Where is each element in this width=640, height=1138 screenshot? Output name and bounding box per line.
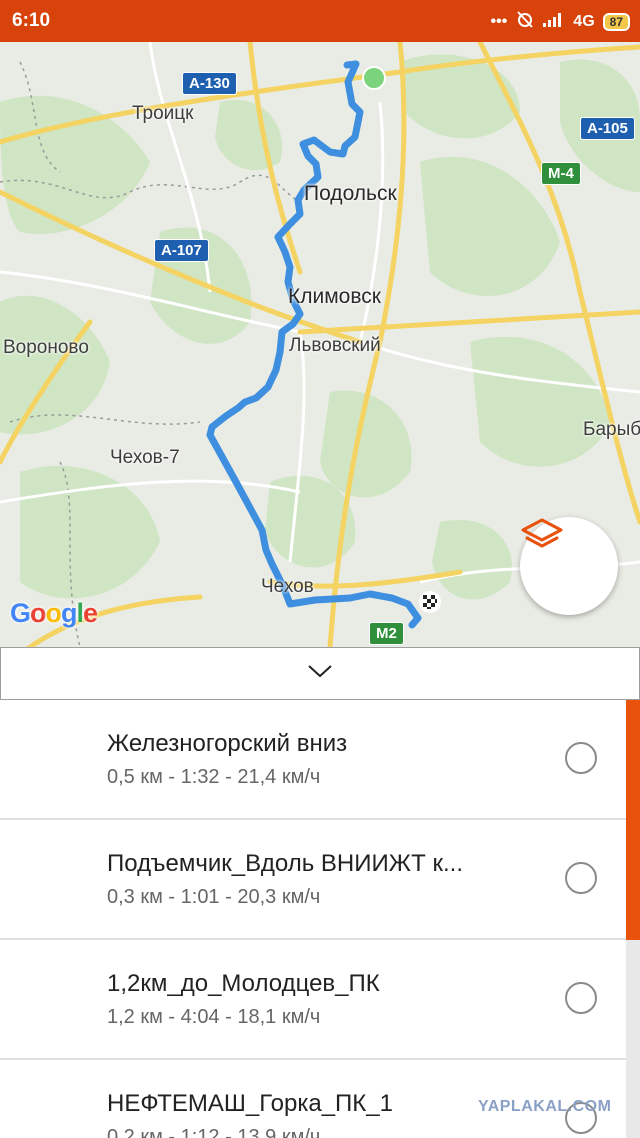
segment-name: Подъемчик_Вдоль ВНИИЖТ к... bbox=[107, 850, 463, 877]
more-dots-icon: ••• bbox=[490, 12, 508, 30]
town-label: Климовск bbox=[288, 285, 381, 308]
road-badge-a130: A-130 bbox=[182, 72, 237, 95]
town-label: Троицк bbox=[132, 103, 194, 124]
status-time: 6:10 bbox=[12, 10, 51, 31]
town-label: Чехов-7 bbox=[110, 447, 180, 468]
segment-stats: 1,2 км - 4:04 - 18,1 км/ч bbox=[107, 1006, 321, 1028]
segment-radio[interactable] bbox=[565, 742, 597, 774]
road-badge-a107: A-107 bbox=[154, 239, 209, 262]
segment-radio[interactable] bbox=[565, 982, 597, 1014]
signal-icon bbox=[543, 11, 565, 32]
town-label: Подольск bbox=[304, 182, 397, 205]
road-badge-m4: M-4 bbox=[541, 162, 581, 185]
segment-list[interactable]: Железногорский вниз 0,5 км - 1:32 - 21,4… bbox=[0, 700, 626, 1138]
google-attribution: Google bbox=[10, 598, 98, 628]
start-marker bbox=[362, 66, 386, 90]
collapse-map-button[interactable] bbox=[0, 647, 640, 700]
segment-stats: 0,2 км - 1:12 - 13,9 км/ч bbox=[107, 1126, 321, 1138]
layers-button[interactable] bbox=[520, 517, 618, 615]
segment-name: Железногорский вниз bbox=[107, 730, 348, 757]
battery-icon: 87 bbox=[602, 12, 630, 31]
segment-stats: 0,3 км - 1:01 - 20,3 км/ч bbox=[107, 886, 321, 908]
road-badge-a105: A-105 bbox=[580, 117, 635, 140]
segment-stats: 0,5 км - 1:32 - 21,4 км/ч bbox=[107, 766, 321, 788]
network-icon: 4G bbox=[573, 12, 595, 30]
status-bar: 6:10 ••• 4G 87 bbox=[0, 0, 640, 42]
town-label: Чехов bbox=[261, 576, 314, 597]
segment-radio[interactable] bbox=[565, 862, 597, 894]
status-icons: ••• 4G 87 bbox=[490, 9, 630, 34]
road-badge-m2: M2 bbox=[369, 622, 404, 645]
scrollbar-thumb[interactable] bbox=[626, 700, 640, 940]
segment-name: 1,2км_до_Молодцев_ПК bbox=[107, 970, 380, 997]
list-item[interactable]: Железногорский вниз 0,5 км - 1:32 - 21,4… bbox=[0, 700, 626, 820]
list-item[interactable]: 1,2км_до_Молодцев_ПК 1,2 км - 4:04 - 18,… bbox=[0, 940, 626, 1060]
list-item[interactable]: Подъемчик_Вдоль ВНИИЖТ к... 0,3 км - 1:0… bbox=[0, 820, 626, 940]
chevron-down-icon bbox=[307, 663, 333, 684]
town-label: Львовский bbox=[289, 335, 381, 356]
alarm-off-icon bbox=[515, 9, 535, 34]
town-label: Барыб bbox=[583, 419, 640, 440]
watermark: YAPLAKAL.COM bbox=[478, 1098, 612, 1115]
scrollbar[interactable] bbox=[626, 700, 640, 1138]
map-view[interactable]: A-130 A-105 M-4 A-107 M2 Троицк Подольск… bbox=[0, 42, 640, 647]
town-label: Вороново bbox=[3, 337, 89, 358]
segment-name: НЕФТЕМАШ_Горка_ПК_1 bbox=[107, 1090, 393, 1117]
